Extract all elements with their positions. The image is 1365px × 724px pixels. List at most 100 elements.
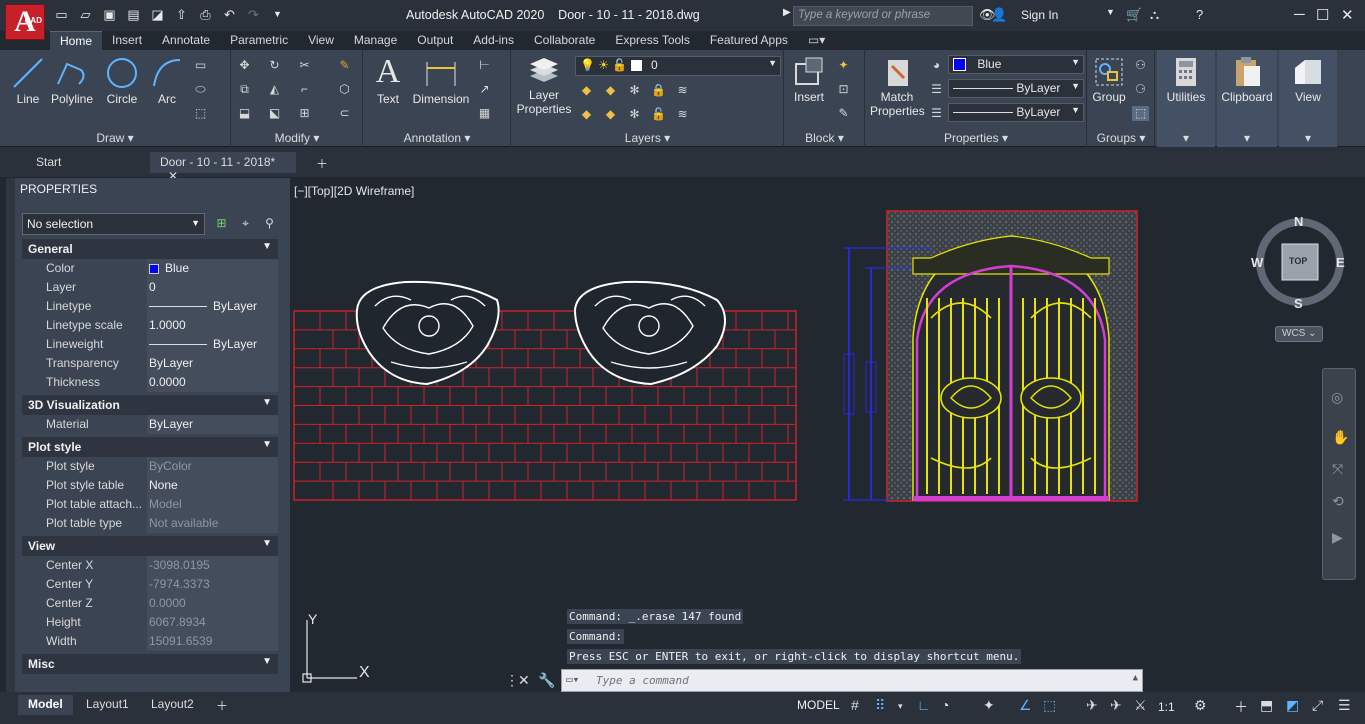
explode-icon[interactable]: ⬡ [336,82,353,97]
layer-off-icon[interactable]: ◆ [578,83,595,98]
close-icon[interactable]: ✕ [1341,6,1354,24]
tab-collaborate[interactable]: Collaborate [524,31,605,50]
leader-icon[interactable]: ↗ [476,82,493,97]
block-attributes-icon[interactable]: ✎ [835,106,852,121]
command-input[interactable]: ▭▾ Type a command ▲ [561,669,1143,692]
quick-select-icon[interactable]: ⚲ [261,216,278,231]
tab-parametric[interactable]: Parametric [220,31,298,50]
snap-dropdown-icon[interactable]: ▾ [898,701,903,712]
copy-icon[interactable]: ⧉ [236,82,253,97]
drawing-area[interactable]: [−][Top][2D Wireframe] Y X TOP N S E W W… [291,178,1365,692]
tab-output[interactable]: Output [407,31,463,50]
property-row[interactable]: Width 15091.6539 [22,632,278,651]
tab-manage[interactable]: Manage [344,31,407,50]
help-icon[interactable]: ? [1196,7,1203,22]
open-web-icon[interactable]: ◪ [150,7,165,22]
offset-icon[interactable]: ⊂ [336,106,353,121]
fillet-icon[interactable]: ⌐ [296,82,313,97]
palette-title-strip[interactable] [6,178,15,694]
settings-gear-icon[interactable]: ⚙ [1194,697,1207,714]
category-3d-visualization[interactable]: 3D Visualization ▼ [22,395,278,415]
select-objects-icon[interactable]: ⌖ [237,216,254,231]
property-value[interactable]: 0 [149,280,156,294]
ortho-icon[interactable]: ∟ [917,697,931,713]
clipboard-panel[interactable]: Clipboard ▾ [1217,50,1277,147]
property-value[interactable]: 15091.6539 [149,634,212,648]
property-value[interactable]: None [149,478,178,492]
redo-icon[interactable]: ↷ [246,7,261,22]
tab-insert[interactable]: Insert [102,31,152,50]
clipboard-button[interactable]: Clipboard [1217,56,1277,104]
compass-north[interactable]: N [1294,214,1303,229]
linetype-icon[interactable]: ☰ [928,82,945,97]
property-value[interactable]: -3098.0195 [149,558,210,572]
layout1-tab[interactable]: Layout1 [76,695,139,715]
save-web-icon[interactable]: ⇧ [174,7,189,22]
property-row[interactable]: Center Y -7974.3373 [22,575,278,594]
modify-panel-title[interactable]: Modify ▾ [232,131,362,145]
hardware-acceleration-icon[interactable]: ⬒ [1260,697,1273,714]
undo-icon[interactable]: ↶ [222,7,237,22]
utilities-expand-icon[interactable]: ▾ [1157,131,1215,145]
category-plot-style[interactable]: Plot style ▼ [22,437,278,457]
property-value[interactable]: 1.0000 [149,318,186,332]
color-wheel-icon[interactable]: ◕ [928,58,945,73]
scale-icon[interactable]: ⬕ [266,106,283,121]
layer-walk-icon[interactable]: ≋ [674,107,691,122]
category-general[interactable]: General ▼ [22,239,278,259]
showmotion-icon[interactable]: ▶ [1332,529,1343,546]
auto-scale-icon[interactable]: ✈ [1110,697,1122,714]
object-snap-icon[interactable]: ⬚ [1043,697,1056,714]
groups-panel-title[interactable]: Groups ▾ [1088,131,1154,145]
layer-match-icon[interactable]: ≋ [674,83,691,98]
property-value[interactable]: 6067.8934 [149,615,206,629]
layers-panel-title[interactable]: Layers ▾ [512,131,783,145]
clipboard-expand-icon[interactable]: ▾ [1217,131,1277,145]
model-tab[interactable]: Model [18,695,73,715]
cart-icon[interactable]: 🛒 [1126,7,1142,23]
annotation-visibility-icon[interactable]: ✈ [1086,697,1098,714]
save-as-icon[interactable]: ▤ [126,7,141,22]
view-panel[interactable]: View ▾ [1279,50,1337,147]
property-value[interactable]: Blue [149,261,189,275]
pan-icon[interactable]: ✋ [1332,429,1349,446]
lineweight-icon[interactable]: ☰ [928,106,945,121]
property-value[interactable]: ByColor [149,459,192,473]
property-value[interactable]: 0.0000 [149,375,186,389]
layer-thaw-icon[interactable]: ✻ [626,107,643,122]
selection-dropdown[interactable]: No selection ▼ [22,213,205,235]
isolate-objects-icon[interactable]: ◩ [1286,697,1299,714]
lineweight-dropdown[interactable]: ByLayer ▼ [948,103,1084,122]
object-snap-tracking-icon[interactable]: ∠ [1019,697,1032,714]
model-space-button[interactable]: MODEL [797,698,840,712]
viewcube[interactable]: TOP N S E W [1251,214,1346,311]
property-value[interactable]: -7974.3373 [149,577,210,591]
category-view[interactable]: View ▼ [22,536,278,556]
signin-dropdown-icon[interactable]: ▼ [1106,7,1115,17]
view-expand-icon[interactable]: ▾ [1279,131,1337,145]
property-row[interactable]: Lineweight ByLayer [22,335,278,354]
tab-addins[interactable]: Add-ins [463,31,524,50]
hatch-icon[interactable]: ⬭ [192,82,209,97]
line-button[interactable]: Line [10,56,46,106]
properties-panel-title[interactable]: Properties ▾ [866,131,1086,145]
layout2-tab[interactable]: Layout2 [141,695,204,715]
wcs-menu[interactable]: WCS ⌄ [1275,326,1323,342]
property-row[interactable]: Center Z 0.0000 [22,594,278,613]
new-layout-icon[interactable]: ＋ [206,695,238,715]
ribbon-toggle-icon[interactable]: ▭▾ [798,31,835,50]
customize-icon[interactable]: ▼ [270,7,285,22]
insert-button[interactable]: Insert [789,56,829,104]
annotation-panel-title[interactable]: Annotation ▾ [364,131,510,145]
snap-icon[interactable]: ⠿ [875,697,885,714]
layer-properties-button[interactable]: Layer Properties [516,56,572,116]
layer-isolate-icon[interactable]: ◆ [602,83,619,98]
property-value[interactable]: ByLayer [149,417,193,431]
property-value[interactable]: Not available [149,516,218,530]
property-row[interactable]: Material ByLayer [22,415,278,434]
draw-panel-title[interactable]: Draw ▾ [0,131,230,145]
layer-lock-icon[interactable]: 🔒 [650,83,667,98]
trim-icon[interactable]: ✂ [296,58,313,73]
add-icon[interactable]: ＋ [1234,697,1248,717]
linetype-dropdown[interactable]: ByLayer ▼ [948,79,1084,98]
